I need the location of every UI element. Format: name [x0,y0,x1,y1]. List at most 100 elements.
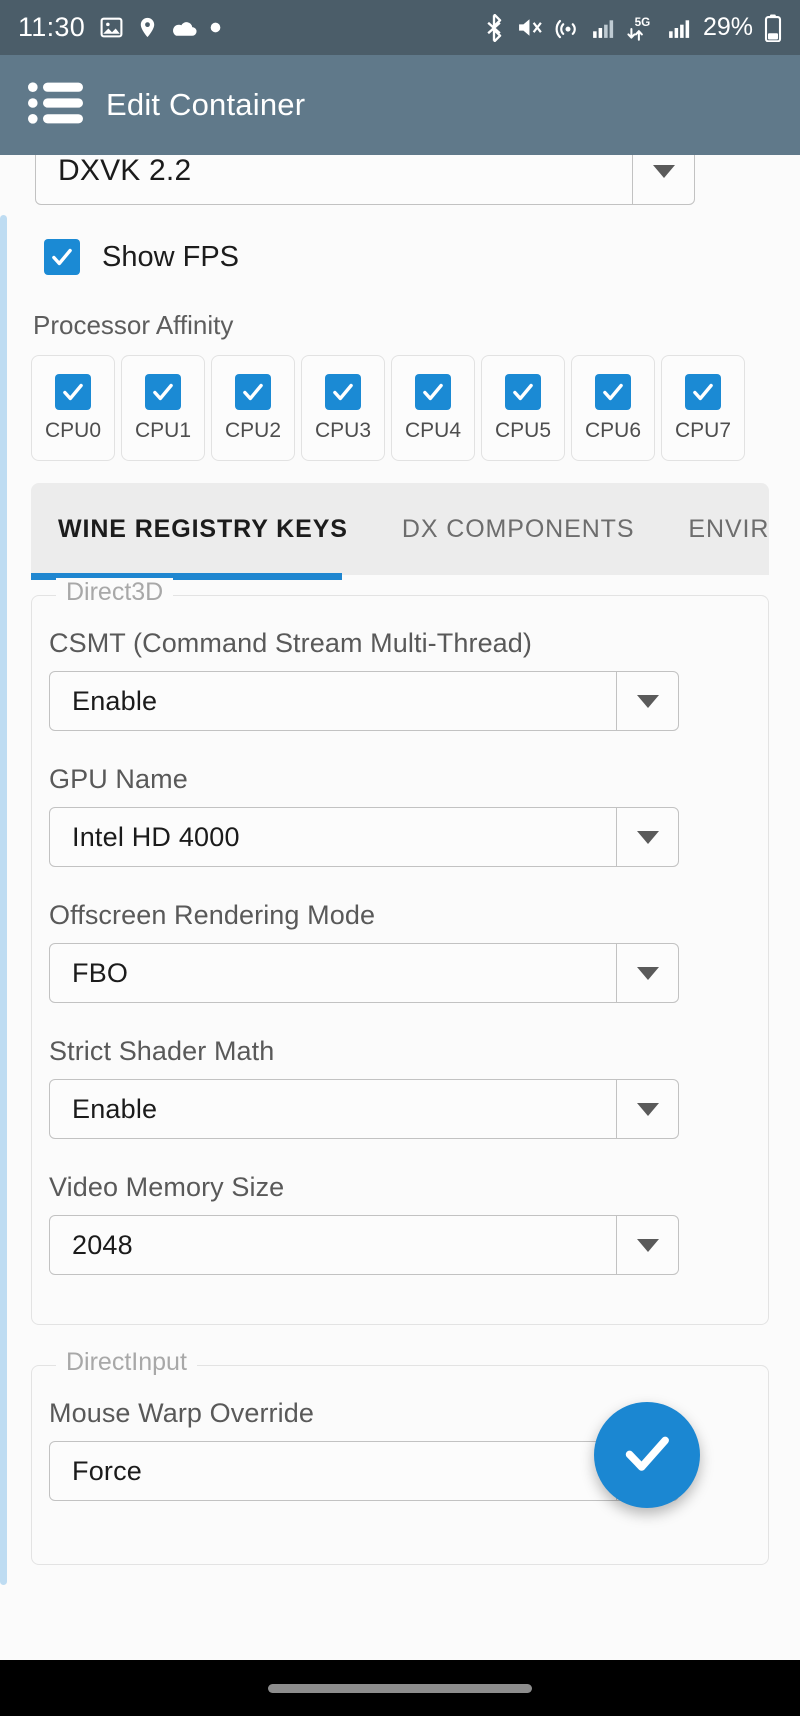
mouse-warp-override-spinner[interactable]: Force [49,1441,679,1501]
cpu3-checkbox[interactable] [325,373,361,410]
battery-icon [764,13,782,42]
gpu-name-field[interactable]: GPU Name Intel HD 4000 [49,764,679,867]
show-fps-row[interactable]: Show FPS [44,239,239,275]
app-bar: Edit Container [0,55,800,155]
page-title: Edit Container [106,87,306,122]
chevron-down-icon [652,164,675,178]
offscreen-rendering-mode-value: FBO [72,957,129,988]
location-pin-icon [136,15,159,40]
status-bar-system-icons: 5G 29% [482,13,782,42]
cpu1-label: CPU1 [134,418,192,442]
strict-shader-math-dropdown-arrow[interactable] [616,1080,678,1138]
cpu4-checkbox[interactable] [415,373,451,410]
mouse-warp-override-value: Force [72,1455,143,1486]
video-memory-size-field[interactable]: Video Memory Size 2048 [49,1172,679,1275]
gpu-name-dropdown-arrow[interactable] [616,808,678,866]
gpu-name-spinner[interactable]: Intel HD 4000 [49,807,679,867]
cpu1-checkbox[interactable] [145,373,181,410]
chevron-down-icon [636,830,659,844]
signal-bars-icon [592,17,614,39]
dxvk-version-spinner[interactable]: DXVK 2.2 [35,155,695,205]
csmt-label: CSMT (Command Stream Multi-Thread) [49,628,533,658]
status-bar-notification-icons [99,15,221,40]
screenshot-image-icon [99,15,124,40]
cpu2-checkbox[interactable] [235,373,271,410]
chevron-down-icon [636,694,659,708]
cpu-affinity-item[interactable]: CPU5 [481,355,565,461]
cpu7-checkbox[interactable] [685,373,721,410]
mouse-warp-override-label: Mouse Warp Override [49,1398,314,1428]
chevron-down-icon [636,1238,659,1252]
video-memory-size-dropdown-arrow[interactable] [616,1216,678,1274]
cpu-affinity-grid: CPU0 CPU1 CPU2 CPU3 CPU4 CPU5 CPU6 CPU7 [31,355,769,461]
cpu2-label: CPU2 [224,418,282,442]
settings-scroll-container[interactable]: DXVK 2.2 Show FPS Processor Affinity CPU… [0,155,800,1660]
chevron-down-icon [636,1102,659,1116]
directinput-group-label: DirectInput [56,1348,197,1377]
dxvk-version-dropdown-arrow[interactable] [632,155,694,204]
strict-shader-math-value: Enable [72,1093,158,1124]
direct3d-group: Direct3D CSMT (Command Stream Multi-Thre… [31,578,769,1325]
offscreen-rendering-mode-label: Offscreen Rendering Mode [49,900,376,930]
cpu0-label: CPU0 [44,418,102,442]
cloud-icon [171,17,198,38]
cpu6-label: CPU6 [584,418,642,442]
csmt-value: Enable [72,685,158,716]
cpu7-label: CPU7 [674,418,732,442]
csmt-field[interactable]: CSMT (Command Stream Multi-Thread) Enabl… [49,628,679,731]
save-fab-button[interactable] [594,1402,700,1508]
cpu3-label: CPU3 [314,418,372,442]
mouse-warp-override-field[interactable]: Mouse Warp Override Force [49,1398,679,1501]
cpu-affinity-item[interactable]: CPU6 [571,355,655,461]
menu-button[interactable] [18,81,94,129]
video-memory-size-spinner[interactable]: 2048 [49,1215,679,1275]
direct3d-group-label: Direct3D [56,578,174,607]
offscreen-rendering-mode-spinner[interactable]: FBO [49,943,679,1003]
list-menu-icon [28,81,84,129]
svg-text:5G: 5G [635,15,651,28]
system-navigation-bar [0,1660,800,1716]
cpu-affinity-item[interactable]: CPU7 [661,355,745,461]
video-memory-size-label: Video Memory Size [49,1172,285,1202]
bluetooth-icon [482,13,506,42]
gpu-name-value: Intel HD 4000 [72,821,240,852]
show-fps-checkbox[interactable] [44,239,80,275]
cpu6-checkbox[interactable] [595,373,631,410]
tab-wine-registry-keys[interactable]: WINE REGISTRY KEYS [31,483,375,575]
csmt-dropdown-arrow[interactable] [616,672,678,730]
gesture-pill[interactable] [268,1683,532,1693]
cpu-affinity-item[interactable]: CPU0 [31,355,115,461]
cpu-affinity-item[interactable]: CPU1 [121,355,205,461]
hotspot-icon [555,15,581,41]
app-screen: 11:30 5G 29% Edit Container DXVK 2.2 Sho… [0,0,800,1716]
cpu0-checkbox[interactable] [55,373,91,410]
tab-dx-components[interactable]: DX COMPONENTS [375,483,662,575]
status-bar-clock: 11:30 [18,12,86,42]
gpu-name-label: GPU Name [49,764,188,794]
dot-icon [210,22,221,33]
strict-shader-math-spinner[interactable]: Enable [49,1079,679,1139]
dxvk-version-field[interactable]: DXVK 2.2 [35,155,695,205]
processor-affinity-title: Processor Affinity [33,310,234,340]
dxvk-version-value: DXVK 2.2 [58,155,192,187]
tab-bar[interactable]: WINE REGISTRY KEYS DX COMPONENTS ENVIR [31,483,769,575]
tab-environment[interactable]: ENVIR [661,483,769,575]
check-icon [619,1425,675,1486]
cpu-affinity-item[interactable]: CPU2 [211,355,295,461]
csmt-spinner[interactable]: Enable [49,671,679,731]
offscreen-rendering-mode-field[interactable]: Offscreen Rendering Mode FBO [49,900,679,1003]
offscreen-rendering-mode-dropdown-arrow[interactable] [616,944,678,1002]
cpu4-label: CPU4 [404,418,462,442]
video-memory-size-value: 2048 [72,1229,133,1260]
chevron-down-icon [636,966,659,980]
cpu-affinity-item[interactable]: CPU3 [301,355,385,461]
strict-shader-math-field[interactable]: Strict Shader Math Enable [49,1036,679,1139]
scrollbar[interactable] [0,215,7,1585]
signal-bars-2-icon [668,17,690,39]
battery-percent-label: 29% [702,13,753,41]
cpu-affinity-item[interactable]: CPU4 [391,355,475,461]
cpu5-label: CPU5 [494,418,552,442]
strict-shader-math-label: Strict Shader Math [49,1036,275,1066]
cpu5-checkbox[interactable] [505,373,541,410]
5g-data-icon: 5G [625,14,657,42]
